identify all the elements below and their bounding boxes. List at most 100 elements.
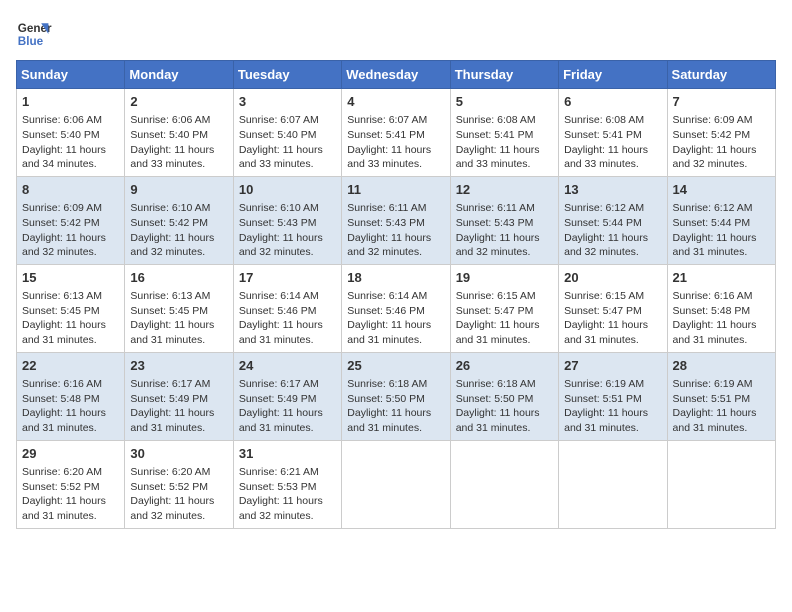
- daylight-text: Daylight: 11 hours and 32 minutes.: [673, 144, 757, 171]
- day-number: 10: [239, 181, 336, 199]
- calendar-cell: [450, 440, 558, 528]
- sunrise-text: Sunrise: 6:19 AM: [673, 378, 753, 390]
- calendar-cell: 8 Sunrise: 6:09 AM Sunset: 5:42 PM Dayli…: [17, 176, 125, 264]
- sunset-text: Sunset: 5:42 PM: [22, 217, 100, 229]
- sunrise-text: Sunrise: 6:09 AM: [22, 202, 102, 214]
- sunset-text: Sunset: 5:42 PM: [130, 217, 208, 229]
- day-number: 18: [347, 269, 444, 287]
- daylight-text: Daylight: 11 hours and 31 minutes.: [673, 232, 757, 259]
- sunrise-text: Sunrise: 6:06 AM: [22, 114, 102, 126]
- sunset-text: Sunset: 5:44 PM: [673, 217, 751, 229]
- day-number: 2: [130, 93, 227, 111]
- sunrise-text: Sunrise: 6:11 AM: [347, 202, 426, 214]
- sunrise-text: Sunrise: 6:07 AM: [347, 114, 427, 126]
- logo: General Blue: [16, 16, 56, 52]
- sunset-text: Sunset: 5:46 PM: [347, 305, 425, 317]
- daylight-text: Daylight: 11 hours and 31 minutes.: [347, 319, 431, 346]
- daylight-text: Daylight: 11 hours and 31 minutes.: [456, 407, 540, 434]
- daylight-text: Daylight: 11 hours and 32 minutes.: [564, 232, 648, 259]
- daylight-text: Daylight: 11 hours and 31 minutes.: [22, 319, 106, 346]
- header-wednesday: Wednesday: [342, 61, 450, 89]
- daylight-text: Daylight: 11 hours and 31 minutes.: [564, 319, 648, 346]
- day-number: 16: [130, 269, 227, 287]
- sunrise-text: Sunrise: 6:17 AM: [130, 378, 210, 390]
- calendar-cell: 23 Sunrise: 6:17 AM Sunset: 5:49 PM Dayl…: [125, 352, 233, 440]
- header-tuesday: Tuesday: [233, 61, 341, 89]
- sunrise-text: Sunrise: 6:07 AM: [239, 114, 319, 126]
- header-monday: Monday: [125, 61, 233, 89]
- sunset-text: Sunset: 5:51 PM: [673, 393, 751, 405]
- day-number: 25: [347, 357, 444, 375]
- day-number: 28: [673, 357, 770, 375]
- header-saturday: Saturday: [667, 61, 775, 89]
- daylight-text: Daylight: 11 hours and 34 minutes.: [22, 144, 106, 171]
- sunset-text: Sunset: 5:51 PM: [564, 393, 642, 405]
- sunset-text: Sunset: 5:44 PM: [564, 217, 642, 229]
- day-number: 24: [239, 357, 336, 375]
- sunrise-text: Sunrise: 6:20 AM: [22, 466, 102, 478]
- daylight-text: Daylight: 11 hours and 31 minutes.: [239, 407, 323, 434]
- sunset-text: Sunset: 5:49 PM: [239, 393, 317, 405]
- sunrise-text: Sunrise: 6:21 AM: [239, 466, 319, 478]
- calendar-table: SundayMondayTuesdayWednesdayThursdayFrid…: [16, 60, 776, 529]
- calendar-week-row: 22 Sunrise: 6:16 AM Sunset: 5:48 PM Dayl…: [17, 352, 776, 440]
- sunset-text: Sunset: 5:45 PM: [22, 305, 100, 317]
- calendar-cell: 18 Sunrise: 6:14 AM Sunset: 5:46 PM Dayl…: [342, 264, 450, 352]
- day-number: 31: [239, 445, 336, 463]
- sunrise-text: Sunrise: 6:13 AM: [130, 290, 210, 302]
- sunrise-text: Sunrise: 6:15 AM: [456, 290, 536, 302]
- sunset-text: Sunset: 5:47 PM: [564, 305, 642, 317]
- calendar-cell: 13 Sunrise: 6:12 AM Sunset: 5:44 PM Dayl…: [559, 176, 667, 264]
- calendar-cell: 16 Sunrise: 6:13 AM Sunset: 5:45 PM Dayl…: [125, 264, 233, 352]
- daylight-text: Daylight: 11 hours and 32 minutes.: [130, 495, 214, 522]
- calendar-cell: 21 Sunrise: 6:16 AM Sunset: 5:48 PM Dayl…: [667, 264, 775, 352]
- daylight-text: Daylight: 11 hours and 32 minutes.: [239, 495, 323, 522]
- sunrise-text: Sunrise: 6:16 AM: [22, 378, 102, 390]
- sunset-text: Sunset: 5:46 PM: [239, 305, 317, 317]
- calendar-header-row: SundayMondayTuesdayWednesdayThursdayFrid…: [17, 61, 776, 89]
- sunrise-text: Sunrise: 6:16 AM: [673, 290, 753, 302]
- sunrise-text: Sunrise: 6:10 AM: [130, 202, 210, 214]
- header-friday: Friday: [559, 61, 667, 89]
- sunset-text: Sunset: 5:41 PM: [456, 129, 534, 141]
- sunset-text: Sunset: 5:49 PM: [130, 393, 208, 405]
- daylight-text: Daylight: 11 hours and 31 minutes.: [347, 407, 431, 434]
- sunrise-text: Sunrise: 6:09 AM: [673, 114, 753, 126]
- sunrise-text: Sunrise: 6:10 AM: [239, 202, 319, 214]
- daylight-text: Daylight: 11 hours and 32 minutes.: [456, 232, 540, 259]
- sunset-text: Sunset: 5:52 PM: [22, 481, 100, 493]
- day-number: 27: [564, 357, 661, 375]
- logo-icon: General Blue: [16, 16, 52, 52]
- day-number: 5: [456, 93, 553, 111]
- daylight-text: Daylight: 11 hours and 31 minutes.: [130, 407, 214, 434]
- calendar-cell: 9 Sunrise: 6:10 AM Sunset: 5:42 PM Dayli…: [125, 176, 233, 264]
- sunrise-text: Sunrise: 6:12 AM: [673, 202, 753, 214]
- calendar-cell: 5 Sunrise: 6:08 AM Sunset: 5:41 PM Dayli…: [450, 89, 558, 177]
- sunset-text: Sunset: 5:50 PM: [456, 393, 534, 405]
- daylight-text: Daylight: 11 hours and 31 minutes.: [239, 319, 323, 346]
- calendar-cell: 17 Sunrise: 6:14 AM Sunset: 5:46 PM Dayl…: [233, 264, 341, 352]
- day-number: 21: [673, 269, 770, 287]
- sunrise-text: Sunrise: 6:13 AM: [22, 290, 102, 302]
- calendar-cell: 14 Sunrise: 6:12 AM Sunset: 5:44 PM Dayl…: [667, 176, 775, 264]
- day-number: 9: [130, 181, 227, 199]
- calendar-cell: 10 Sunrise: 6:10 AM Sunset: 5:43 PM Dayl…: [233, 176, 341, 264]
- day-number: 7: [673, 93, 770, 111]
- sunrise-text: Sunrise: 6:18 AM: [347, 378, 427, 390]
- sunset-text: Sunset: 5:48 PM: [22, 393, 100, 405]
- sunrise-text: Sunrise: 6:14 AM: [239, 290, 319, 302]
- calendar-cell: 6 Sunrise: 6:08 AM Sunset: 5:41 PM Dayli…: [559, 89, 667, 177]
- day-number: 29: [22, 445, 119, 463]
- day-number: 26: [456, 357, 553, 375]
- calendar-cell: [559, 440, 667, 528]
- day-number: 11: [347, 181, 444, 199]
- calendar-cell: 20 Sunrise: 6:15 AM Sunset: 5:47 PM Dayl…: [559, 264, 667, 352]
- calendar-cell: [667, 440, 775, 528]
- calendar-cell: 2 Sunrise: 6:06 AM Sunset: 5:40 PM Dayli…: [125, 89, 233, 177]
- sunset-text: Sunset: 5:41 PM: [564, 129, 642, 141]
- daylight-text: Daylight: 11 hours and 31 minutes.: [456, 319, 540, 346]
- sunset-text: Sunset: 5:52 PM: [130, 481, 208, 493]
- daylight-text: Daylight: 11 hours and 32 minutes.: [130, 232, 214, 259]
- daylight-text: Daylight: 11 hours and 32 minutes.: [347, 232, 431, 259]
- day-number: 1: [22, 93, 119, 111]
